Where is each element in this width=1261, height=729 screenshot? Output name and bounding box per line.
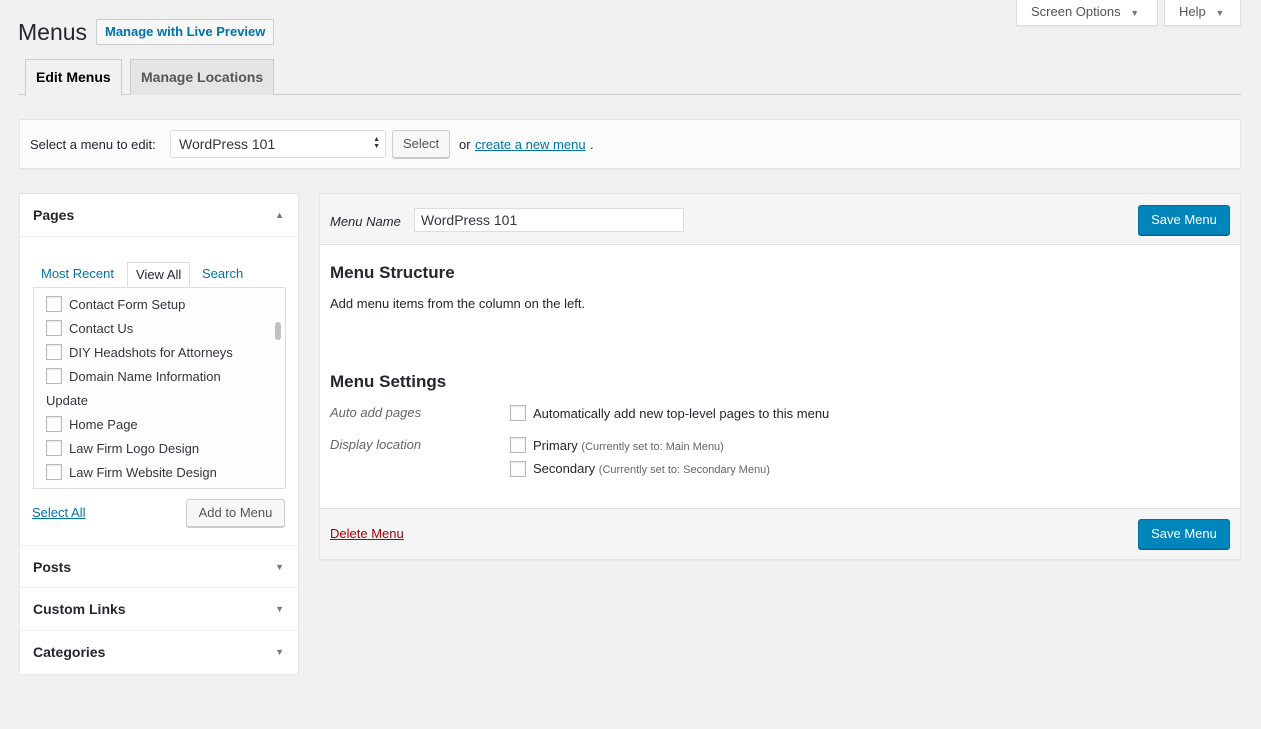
- list-item-label: DIY Headshots for Attorneys: [69, 345, 233, 360]
- checkbox[interactable]: [46, 440, 62, 456]
- accordion-categories-header[interactable]: Categories ▼: [20, 631, 298, 674]
- screen-options-label: Screen Options: [1031, 4, 1121, 19]
- select-menu-bar: Select a menu to edit: WordPress 101 ▲ ▼ …: [19, 119, 1241, 169]
- auto-add-option-label: Automatically add new top-level pages to…: [533, 406, 830, 421]
- save-menu-button-footer[interactable]: Save Menu: [1138, 519, 1230, 549]
- tab-manage-locations[interactable]: Manage Locations: [130, 59, 275, 95]
- list-item-label: Law Firm Website Design: [69, 465, 217, 480]
- help-button[interactable]: Help ▼: [1164, 0, 1241, 26]
- checkbox[interactable]: [46, 344, 62, 360]
- subtab-search[interactable]: Search: [202, 262, 243, 287]
- list-item-label: Domain Name Information: [69, 369, 221, 384]
- checkbox[interactable]: [46, 464, 62, 480]
- add-to-menu-button[interactable]: Add to Menu: [186, 499, 285, 527]
- checklist-scrollbar[interactable]: [275, 322, 281, 340]
- list-item[interactable]: Contact Form Setup: [46, 295, 185, 315]
- list-item-label: Contact Form Setup: [69, 297, 186, 312]
- add-items-accordion: Pages ▲ Most Recent View All Search Cont…: [19, 193, 299, 674]
- caret-down-icon: ▼: [275, 604, 284, 614]
- accordion-pages-header[interactable]: Pages ▲: [20, 194, 298, 237]
- location-name: Secondary: [533, 461, 596, 476]
- accordion-pages-title: Pages: [33, 207, 75, 223]
- caret-down-icon: ▼: [275, 562, 284, 572]
- menu-select-value: WordPress 101: [179, 136, 276, 152]
- page-title: Menus: [18, 19, 88, 45]
- location-note: (Currently set to: Main Menu): [581, 441, 724, 453]
- live-preview-button[interactable]: Manage with Live Preview: [96, 19, 275, 45]
- menu-structure-help: Add menu items from the column on the le…: [330, 296, 586, 311]
- menu-name-input[interactable]: WordPress 101: [414, 208, 684, 232]
- checkbox[interactable]: [46, 296, 62, 312]
- select-arrows-icon: ▲ ▼: [373, 136, 380, 150]
- select-all-link[interactable]: Select All: [32, 505, 85, 520]
- accordion-posts-header[interactable]: Posts ▼: [20, 545, 298, 588]
- nav-tabs: Edit Menus Manage Locations: [18, 58, 1241, 96]
- menu-name-label: Menu Name: [330, 214, 401, 229]
- caret-down-icon: ▼: [1215, 8, 1225, 18]
- subtab-most-recent[interactable]: Most Recent: [41, 262, 114, 287]
- accordion-custom-links-title: Custom Links: [33, 601, 126, 617]
- select-button[interactable]: Select: [392, 130, 451, 158]
- menu-settings-title: Menu Settings: [330, 372, 447, 391]
- tab-edit-menus[interactable]: Edit Menus: [25, 59, 122, 96]
- list-item-label: Home Page: [69, 417, 138, 432]
- accordion-posts-title: Posts: [33, 559, 72, 575]
- list-item-label: Contact Us: [69, 321, 134, 336]
- list-item[interactable]: Law Firm Logo Design: [46, 439, 199, 459]
- checkbox[interactable]: [46, 416, 62, 432]
- period-text: .: [590, 137, 594, 152]
- list-item: Update: [46, 391, 88, 411]
- list-item[interactable]: Contact Us: [46, 319, 133, 339]
- caret-down-icon: ▼: [1130, 8, 1140, 18]
- location-name: Primary: [533, 438, 578, 453]
- list-item[interactable]: DIY Headshots for Attorneys: [46, 343, 233, 363]
- or-text: or: [459, 137, 471, 152]
- display-location-label: Display location: [330, 437, 422, 452]
- primary-location-label: Primary (Currently set to: Main Menu): [533, 438, 724, 453]
- menu-select[interactable]: WordPress 101 ▲ ▼: [170, 130, 386, 158]
- select-menu-label: Select a menu to edit:: [30, 137, 156, 152]
- list-item-label: Law Firm Logo Design: [69, 441, 200, 456]
- checkbox[interactable]: [46, 320, 62, 336]
- secondary-location-checkbox[interactable]: [510, 461, 526, 477]
- screen-options-button[interactable]: Screen Options ▼: [1016, 0, 1158, 26]
- menu-header: Menu Name WordPress 101 Save Menu: [320, 194, 1240, 245]
- checkbox[interactable]: [46, 368, 62, 384]
- subtab-view-all[interactable]: View All: [127, 262, 191, 287]
- caret-up-icon: ▲: [275, 210, 284, 220]
- delete-menu-link[interactable]: Delete Menu: [330, 526, 404, 541]
- accordion-custom-links-header[interactable]: Custom Links ▼: [20, 588, 298, 631]
- list-item-label: Update: [46, 393, 88, 408]
- auto-add-checkbox[interactable]: [510, 405, 526, 421]
- accordion-categories-title: Categories: [33, 644, 106, 660]
- save-menu-button[interactable]: Save Menu: [1138, 205, 1230, 235]
- list-item[interactable]: Home Page: [46, 415, 138, 435]
- menu-structure-title: Menu Structure: [330, 263, 455, 282]
- secondary-location-label: Secondary (Currently set to: Secondary M…: [533, 461, 770, 476]
- primary-location-checkbox[interactable]: [510, 437, 526, 453]
- list-item[interactable]: Law Firm Website Design: [46, 463, 217, 483]
- list-item[interactable]: Domain Name Information: [46, 367, 221, 387]
- menu-footer: Delete Menu Save Menu: [320, 508, 1240, 559]
- help-label: Help: [1179, 4, 1206, 19]
- create-new-menu-link[interactable]: create a new menu: [475, 137, 586, 152]
- auto-add-label: Auto add pages: [330, 405, 422, 420]
- pages-checklist[interactable]: Contact Form Setup Contact Us DIY Headsh…: [33, 287, 286, 489]
- menu-edit-panel: Menu Name WordPress 101 Save Menu Menu S…: [319, 193, 1241, 560]
- caret-down-icon: ▼: [275, 647, 284, 657]
- location-note: (Currently set to: Secondary Menu): [598, 464, 770, 476]
